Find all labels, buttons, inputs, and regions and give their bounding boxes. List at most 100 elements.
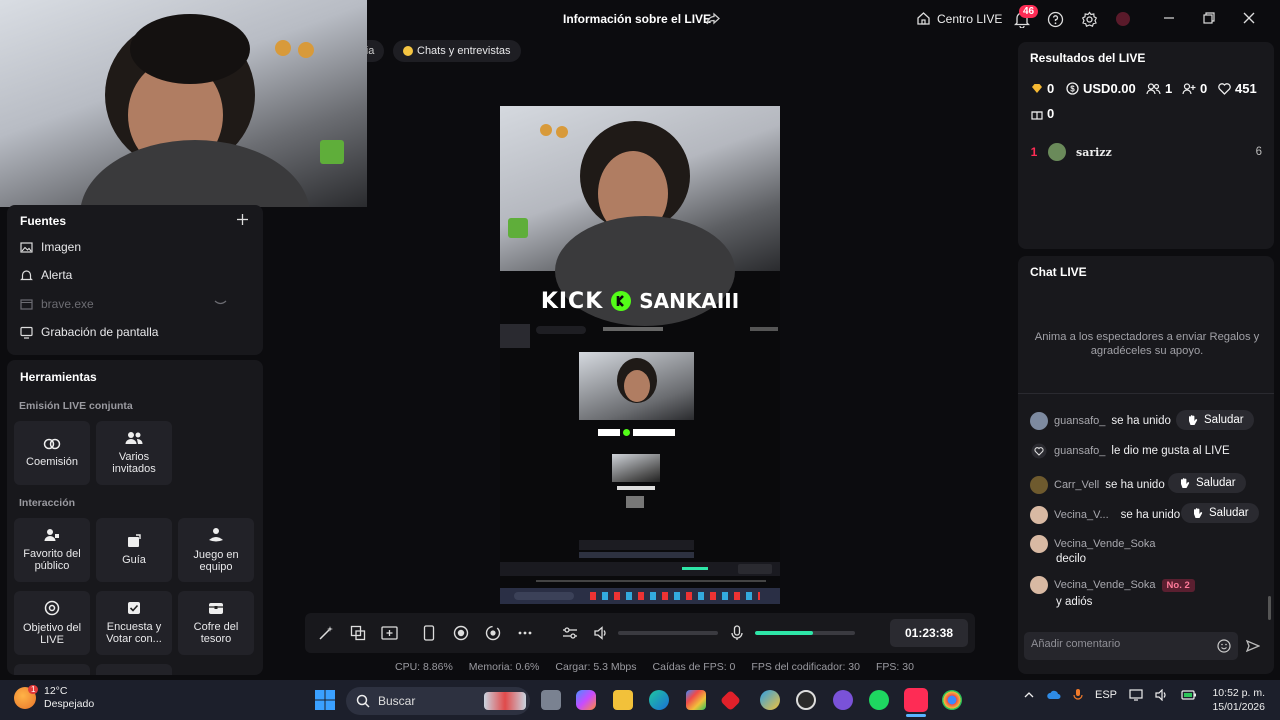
stat-cpu: CPU: 8.86% xyxy=(395,661,453,673)
heart-icon xyxy=(1218,82,1231,95)
weather-widget[interactable]: 1 12°C Despejado xyxy=(14,685,94,711)
chrome-canary-icon[interactable] xyxy=(760,690,780,710)
record-icon[interactable] xyxy=(453,625,469,641)
taskbar-search[interactable]: Buscar xyxy=(346,687,530,715)
notification-count-badge: 46 xyxy=(1019,5,1039,18)
tool-favorito[interactable]: Favorito del público xyxy=(14,518,90,582)
help-icon[interactable] xyxy=(1047,11,1064,28)
nested-taskbar-2 xyxy=(500,588,780,604)
taskbar-clock[interactable]: 10:52 p. m. 15/01/2026 xyxy=(1205,686,1265,714)
mic-level-slider[interactable] xyxy=(755,631,855,635)
preview-camera-feed xyxy=(500,106,780,326)
chat-message: guansafo_ le dio me gusta al LIVE xyxy=(1030,443,1230,459)
rank-badge: No. 2 xyxy=(1161,578,1195,592)
hidden-eye-icon[interactable] xyxy=(214,298,227,308)
chat-avatar xyxy=(1030,476,1048,494)
volume-tray-icon[interactable] xyxy=(1155,689,1169,701)
replay-icon[interactable] xyxy=(485,625,501,641)
weather-desc: Despejado xyxy=(44,698,95,710)
chat-username[interactable]: guansafo_ xyxy=(1054,445,1105,457)
comment-input[interactable] xyxy=(1031,638,1211,650)
mic-tray-icon[interactable] xyxy=(1073,688,1083,702)
tool-objetivo[interactable]: Objetivo del LIVE xyxy=(14,591,90,655)
send-icon[interactable] xyxy=(1246,639,1260,653)
tool-label: Favorito del público xyxy=(23,548,81,572)
chevron-up-icon[interactable] xyxy=(1024,691,1034,699)
ranking-row[interactable]: 1 sarizz 6 xyxy=(1030,140,1262,164)
profile-avatar[interactable] xyxy=(1116,12,1130,26)
chat-username[interactable]: Vecina_Vende_Soka xyxy=(1054,579,1156,591)
chrome-icon[interactable] xyxy=(942,690,962,710)
task-view-icon[interactable] xyxy=(541,690,561,710)
store-icon[interactable] xyxy=(686,690,706,710)
language-indicator[interactable]: ESP xyxy=(1095,689,1117,701)
gift-icon xyxy=(1031,108,1043,120)
tool-encuesta[interactable]: Encuesta y Votar con... xyxy=(96,591,172,655)
source-item-brave[interactable]: brave.exe xyxy=(20,297,94,311)
centro-live-button[interactable]: Centro LIVE xyxy=(916,11,1002,26)
minimize-icon[interactable] xyxy=(1162,11,1176,25)
tools-panel: Herramientas Emisión LIVE conjunta Coemi… xyxy=(7,360,263,675)
wave-hand-icon xyxy=(1191,507,1204,520)
phone-icon[interactable] xyxy=(423,625,435,641)
obs-icon[interactable] xyxy=(796,690,816,710)
chat-scrollbar[interactable] xyxy=(1268,596,1271,620)
file-explorer-icon[interactable] xyxy=(613,690,633,710)
cloud-icon[interactable] xyxy=(1046,690,1061,700)
chat-username[interactable]: Vecina_V... xyxy=(1054,509,1109,521)
more-icon[interactable] xyxy=(517,625,533,641)
gear-icon[interactable] xyxy=(1081,11,1098,28)
spotify-icon[interactable] xyxy=(869,690,889,710)
add-scene-icon[interactable] xyxy=(381,625,398,641)
volume-slider[interactable] xyxy=(618,631,718,635)
source-label: brave.exe xyxy=(41,297,94,311)
chat-username[interactable]: Carr_Vell xyxy=(1054,479,1099,491)
chat-username[interactable]: guansafo_ xyxy=(1054,415,1105,427)
tool-coemision[interactable]: Coemisión xyxy=(14,421,90,485)
tool-label: Objetivo del LIVE xyxy=(22,622,82,646)
edge-icon[interactable] xyxy=(649,690,669,710)
close-icon[interactable] xyxy=(1242,11,1256,25)
chat-avatar xyxy=(1030,506,1048,524)
nested-camera-2 xyxy=(612,454,660,482)
equalizer-icon[interactable] xyxy=(562,625,578,641)
saludar-button[interactable]: Saludar xyxy=(1176,410,1254,430)
saludar-button[interactable]: Saludar xyxy=(1181,503,1259,523)
copilot-icon[interactable] xyxy=(576,690,596,710)
source-item-alerta[interactable]: Alerta xyxy=(20,268,72,282)
tool-cofre[interactable]: Cofre del tesoro xyxy=(178,591,254,655)
layout-switch-icon[interactable] xyxy=(350,625,366,641)
search-label: Buscar xyxy=(378,694,416,708)
tool-more-2[interactable] xyxy=(96,664,172,675)
restore-window-icon[interactable] xyxy=(1202,11,1216,25)
source-item-grabacion[interactable]: Grabación de pantalla xyxy=(20,325,158,339)
source-item-imagen[interactable]: Imagen xyxy=(20,240,81,254)
saludar-button[interactable]: Saludar xyxy=(1168,473,1246,493)
display-icon[interactable] xyxy=(1129,689,1143,701)
tool-juego-equipo[interactable]: Juego en equipo xyxy=(178,518,254,582)
tiktok-live-studio-icon[interactable] xyxy=(904,688,928,712)
bell-icon xyxy=(20,269,33,282)
tool-more-1[interactable] xyxy=(14,664,90,675)
active-app-indicator xyxy=(906,714,926,717)
metric-likes: 451 xyxy=(1218,81,1257,96)
emoji-icon[interactable] xyxy=(1217,639,1231,653)
source-label: Imagen xyxy=(41,240,82,254)
share-icon[interactable] xyxy=(706,12,720,26)
webcam-overlay[interactable] xyxy=(0,0,367,207)
microphone-icon[interactable] xyxy=(730,625,744,641)
sources-panel: Fuentes Imagen Alerta brave.exe Grabació… xyxy=(7,205,263,355)
discord-icon[interactable] xyxy=(833,690,853,710)
chat-username[interactable]: Vecina_Vende_Soka xyxy=(1054,538,1156,550)
live-info-title[interactable]: Información sobre el LIVE xyxy=(563,12,711,26)
add-source-icon[interactable] xyxy=(236,213,249,226)
battery-icon[interactable] xyxy=(1181,690,1197,700)
chat-avatar xyxy=(1030,412,1048,430)
tool-guia[interactable]: Guía xyxy=(96,518,172,582)
stat-fps-codificador: FPS del codificador: 30 xyxy=(751,661,860,673)
magic-wand-icon[interactable] xyxy=(318,625,334,641)
windows-start-icon[interactable] xyxy=(314,689,336,711)
tool-varios-invitados[interactable]: Varios invitados xyxy=(96,421,172,485)
speaker-icon[interactable] xyxy=(593,625,609,641)
stream-preview[interactable]: KICK SANKAIII xyxy=(500,106,780,604)
